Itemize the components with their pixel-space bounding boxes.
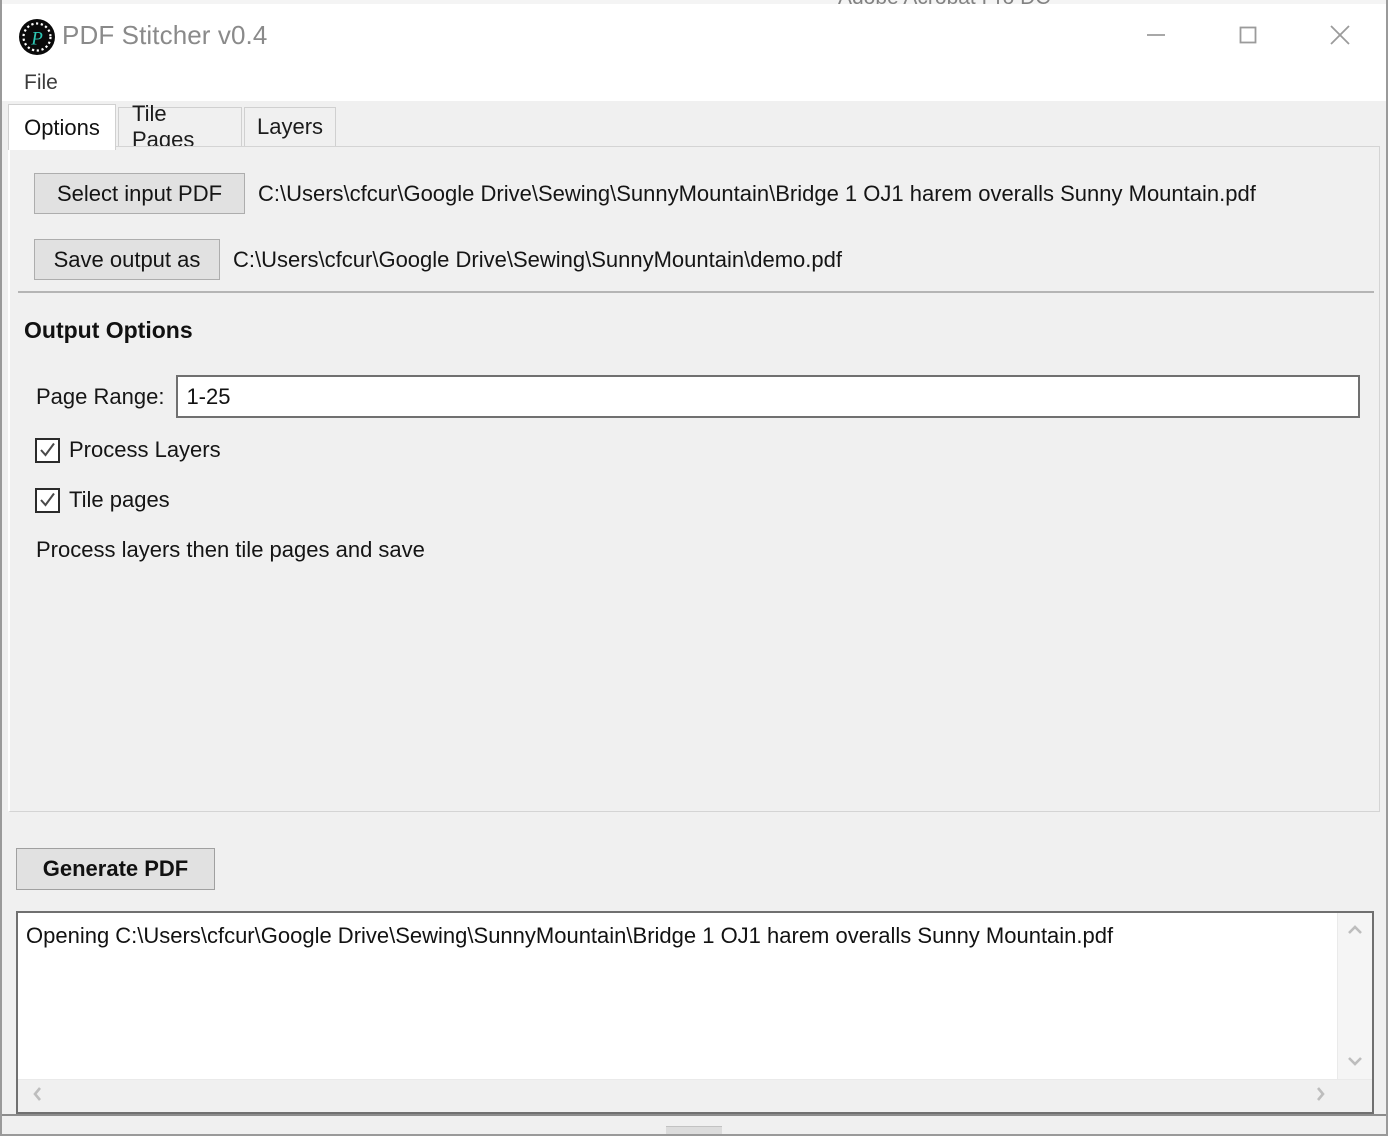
minimize-icon <box>1144 23 1168 47</box>
tab-options[interactable]: Options <box>8 104 116 150</box>
window-bottom-strip <box>2 1114 1386 1134</box>
process-layers-row[interactable]: Process Layers <box>35 437 221 463</box>
output-file-row: Save output as C:\Users\cfcur\Google Dri… <box>34 239 842 280</box>
input-file-row: Select input PDF C:\Users\cfcur\Google D… <box>34 173 1256 214</box>
options-tab-panel: Select input PDF C:\Users\cfcur\Google D… <box>8 146 1380 812</box>
generate-pdf-button[interactable]: Generate PDF <box>16 848 215 890</box>
title-bar: P PDF Stitcher v0.4 <box>2 4 1386 65</box>
checkmark-icon <box>39 442 56 459</box>
tile-pages-row[interactable]: Tile pages <box>35 487 170 513</box>
tab-tile-pages[interactable]: Tile Pages <box>118 107 242 146</box>
output-options-heading: Output Options <box>24 317 193 344</box>
process-layers-checkbox[interactable] <box>35 438 60 463</box>
close-button[interactable] <box>1294 4 1386 65</box>
checkmark-icon <box>39 492 56 509</box>
operation-summary-text: Process layers then tile pages and save <box>36 537 425 563</box>
log-output-box[interactable]: Opening C:\Users\cfcur\Google Drive\Sewi… <box>16 911 1374 1114</box>
tab-strip: Options Tile Pages Layers <box>2 104 1386 146</box>
tile-pages-checkbox[interactable] <box>35 488 60 513</box>
pdf-stitcher-logo-icon: P <box>18 18 56 56</box>
log-vertical-scrollbar[interactable] <box>1337 913 1372 1082</box>
select-input-pdf-button[interactable]: Select input PDF <box>34 173 245 214</box>
chevron-right-icon <box>1313 1085 1327 1108</box>
menu-item-file[interactable]: File <box>20 71 62 95</box>
close-icon <box>1326 21 1354 49</box>
scroll-left-button[interactable] <box>22 1080 54 1112</box>
window-title: PDF Stitcher v0.4 <box>62 20 267 51</box>
maximize-icon <box>1236 23 1260 47</box>
menu-bar: File <box>2 65 1386 101</box>
window-controls <box>1110 4 1386 65</box>
section-divider <box>18 291 1374 293</box>
resize-grip[interactable] <box>666 1126 722 1134</box>
process-layers-label: Process Layers <box>69 437 221 463</box>
input-file-path: C:\Users\cfcur\Google Drive\Sewing\Sunny… <box>258 181 1256 207</box>
scroll-up-button[interactable] <box>1338 915 1372 949</box>
log-line: Opening C:\Users\cfcur\Google Drive\Sewi… <box>26 923 1113 949</box>
tile-pages-label: Tile pages <box>69 487 170 513</box>
pdf-stitcher-window: Adobe Acrobat Pro DC P PDF Stitcher v0.4 <box>0 0 1388 1136</box>
chevron-down-icon <box>1346 1054 1364 1073</box>
chevron-up-icon <box>1346 923 1364 942</box>
maximize-button[interactable] <box>1202 4 1294 65</box>
save-output-as-button[interactable]: Save output as <box>34 239 220 280</box>
svg-text:P: P <box>30 29 43 50</box>
page-range-row: Page Range: <box>36 375 1360 418</box>
minimize-button[interactable] <box>1110 4 1202 65</box>
chevron-left-icon <box>31 1085 45 1108</box>
page-range-input[interactable] <box>176 375 1360 418</box>
output-file-path: C:\Users\cfcur\Google Drive\Sewing\Sunny… <box>233 247 842 273</box>
tab-layers[interactable]: Layers <box>244 107 336 146</box>
scrollbar-corner <box>1338 1080 1372 1112</box>
log-horizontal-scrollbar[interactable] <box>18 1079 1372 1112</box>
scroll-down-button[interactable] <box>1338 1046 1372 1080</box>
page-range-label: Page Range: <box>36 384 164 410</box>
scroll-right-button[interactable] <box>1304 1080 1336 1112</box>
